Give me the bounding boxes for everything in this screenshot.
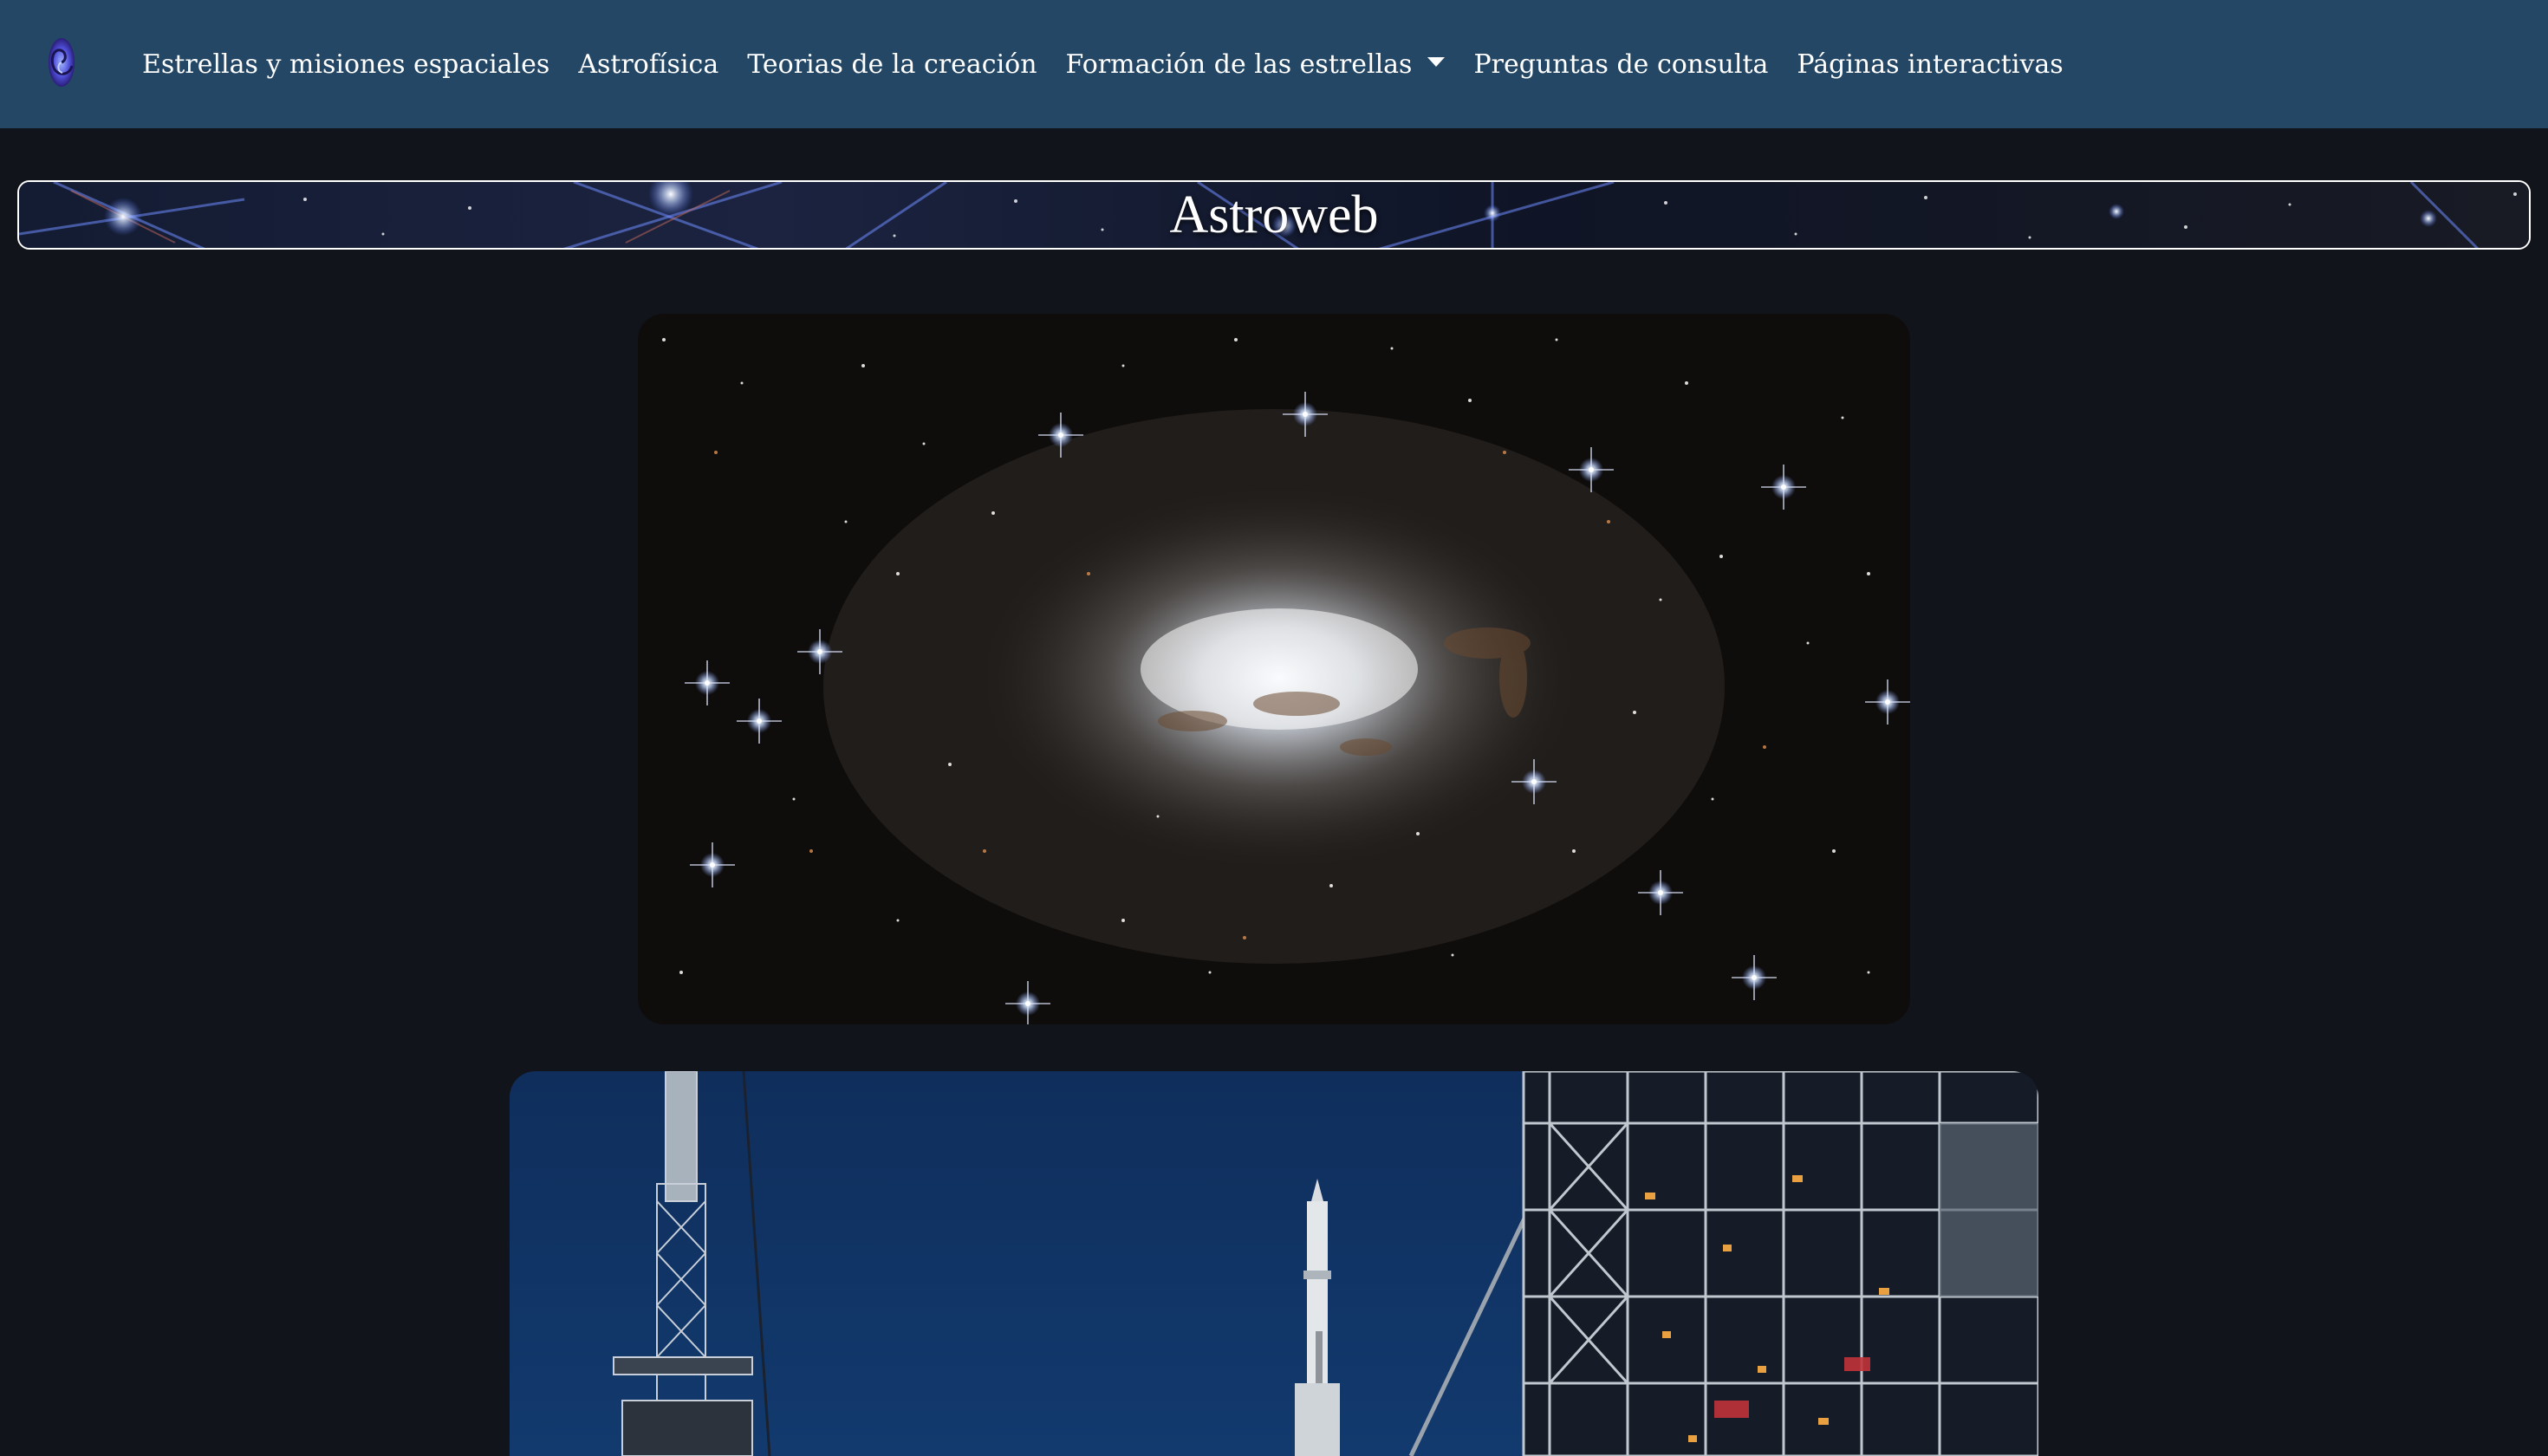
galaxy-image <box>638 314 1910 1024</box>
site-title: Astroweb <box>1169 185 1379 244</box>
caret-down-icon <box>1427 56 1446 67</box>
rocket-launchpad-image <box>510 1071 2038 1456</box>
title-banner: Astroweb <box>17 180 2531 250</box>
nav-link-teorias-creacion[interactable]: Teorias de la creación <box>747 49 1037 80</box>
nav-link-estrellas-misiones[interactable]: Estrellas y misiones espaciales <box>142 49 549 80</box>
nav-link-preguntas-consulta[interactable]: Preguntas de consulta <box>1473 49 1768 80</box>
top-navbar: Estrellas y misiones espaciales Astrofís… <box>0 0 2548 128</box>
nav-link-paginas-interactivas[interactable]: Páginas interactivas <box>1797 49 2063 80</box>
nav-dropdown-formacion-estrellas[interactable]: Formación de las estrellas <box>1066 49 1446 80</box>
nav-link-astrofisica[interactable]: Astrofísica <box>578 49 718 80</box>
spiral-galaxy-icon[interactable] <box>43 35 80 90</box>
